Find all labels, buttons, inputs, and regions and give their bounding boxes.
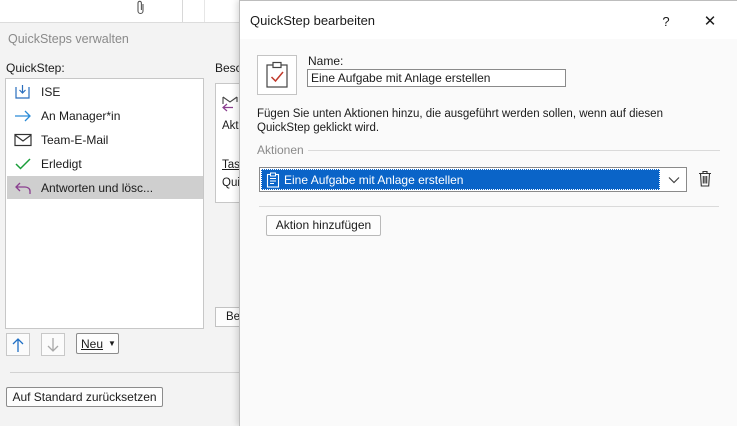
forward-arrow-icon: [9, 104, 37, 127]
reply-envelope-icon: [222, 96, 238, 112]
dialog-titlebar: QuickStep bearbeiten ? ✕: [240, 1, 737, 39]
checkmark-icon: [9, 152, 37, 175]
dropdown-caret-icon: ▼: [108, 339, 116, 348]
quickstep-item-label: ISE: [41, 84, 61, 99]
move-to-folder-icon: [9, 80, 37, 103]
name-label: Name:: [308, 54, 344, 68]
separator: [308, 150, 720, 151]
quickstep-list-label: QuickStep:: [6, 61, 65, 75]
separator: [259, 206, 719, 207]
name-input[interactable]: [307, 69, 566, 87]
quickstep-item-manager[interactable]: An Manager*in: [7, 104, 203, 127]
reply-arrow-icon: [9, 176, 37, 199]
quickstep-item-label: Team-E-Mail: [41, 132, 109, 147]
new-quickstep-button[interactable]: Neu ▼: [76, 333, 119, 354]
edit-quickstep-dialog: QuickStep bearbeiten ? ✕ Name: Fügen Sie…: [239, 0, 737, 426]
quickstep-item-reply-delete[interactable]: Antworten und lösc...: [7, 176, 203, 199]
arrow-up-icon: [12, 337, 24, 352]
quickstep-item-done[interactable]: Erledigt: [7, 152, 203, 175]
background-divider: [204, 0, 205, 22]
help-button[interactable]: ?: [648, 8, 684, 34]
action-dropdown[interactable]: Eine Aufgabe mit Anlage erstellen: [259, 167, 687, 192]
manage-dialog-title: QuickSteps verwalten: [8, 32, 129, 46]
close-button[interactable]: ✕: [692, 8, 728, 34]
task-clipboard-icon: [264, 171, 282, 189]
action-select-label: Eine Aufgabe mit Anlage erstellen: [284, 172, 464, 187]
paperclip-icon: [134, 0, 148, 16]
quickstep-item-label: An Manager*in: [41, 108, 121, 123]
quickstep-item-label: Antworten und lösc...: [41, 180, 154, 195]
manage-quicksteps-dialog: QuickSteps verwalten QuickStep: Besch IS…: [0, 22, 248, 426]
quickstep-list[interactable]: ISE An Manager*in Team-E-Mail Erledigt A…: [5, 78, 204, 329]
actions-section-label: Aktionen: [257, 143, 304, 157]
chevron-down-icon[interactable]: [661, 168, 687, 191]
new-button-label: Neu: [81, 336, 104, 351]
quickstep-item-ise[interactable]: ISE: [7, 80, 203, 103]
reset-to-default-button[interactable]: Auf Standard zurücksetzen: [6, 387, 163, 407]
dialog-title: QuickStep bearbeiten: [250, 13, 376, 28]
quickstep-item-team-email[interactable]: Team-E-Mail: [7, 128, 203, 151]
quickstep-item-label: Erledigt: [41, 156, 82, 171]
add-action-button[interactable]: Aktion hinzufügen: [266, 215, 381, 236]
separator: [10, 372, 245, 373]
delete-action-button[interactable]: [695, 167, 715, 189]
background-divider: [182, 0, 183, 22]
move-up-button[interactable]: [6, 333, 30, 356]
arrow-down-icon: [47, 337, 59, 352]
move-down-button[interactable]: [41, 333, 65, 356]
envelope-icon: [9, 128, 37, 151]
trash-icon: [699, 170, 711, 187]
task-clipboard-icon: [266, 61, 288, 88]
quickstep-icon-picker[interactable]: [257, 55, 297, 95]
instructions-text: Fügen Sie unten Aktionen hinzu, die ausg…: [257, 108, 663, 134]
action-select-value[interactable]: Eine Aufgabe mit Anlage erstellen: [261, 169, 660, 190]
